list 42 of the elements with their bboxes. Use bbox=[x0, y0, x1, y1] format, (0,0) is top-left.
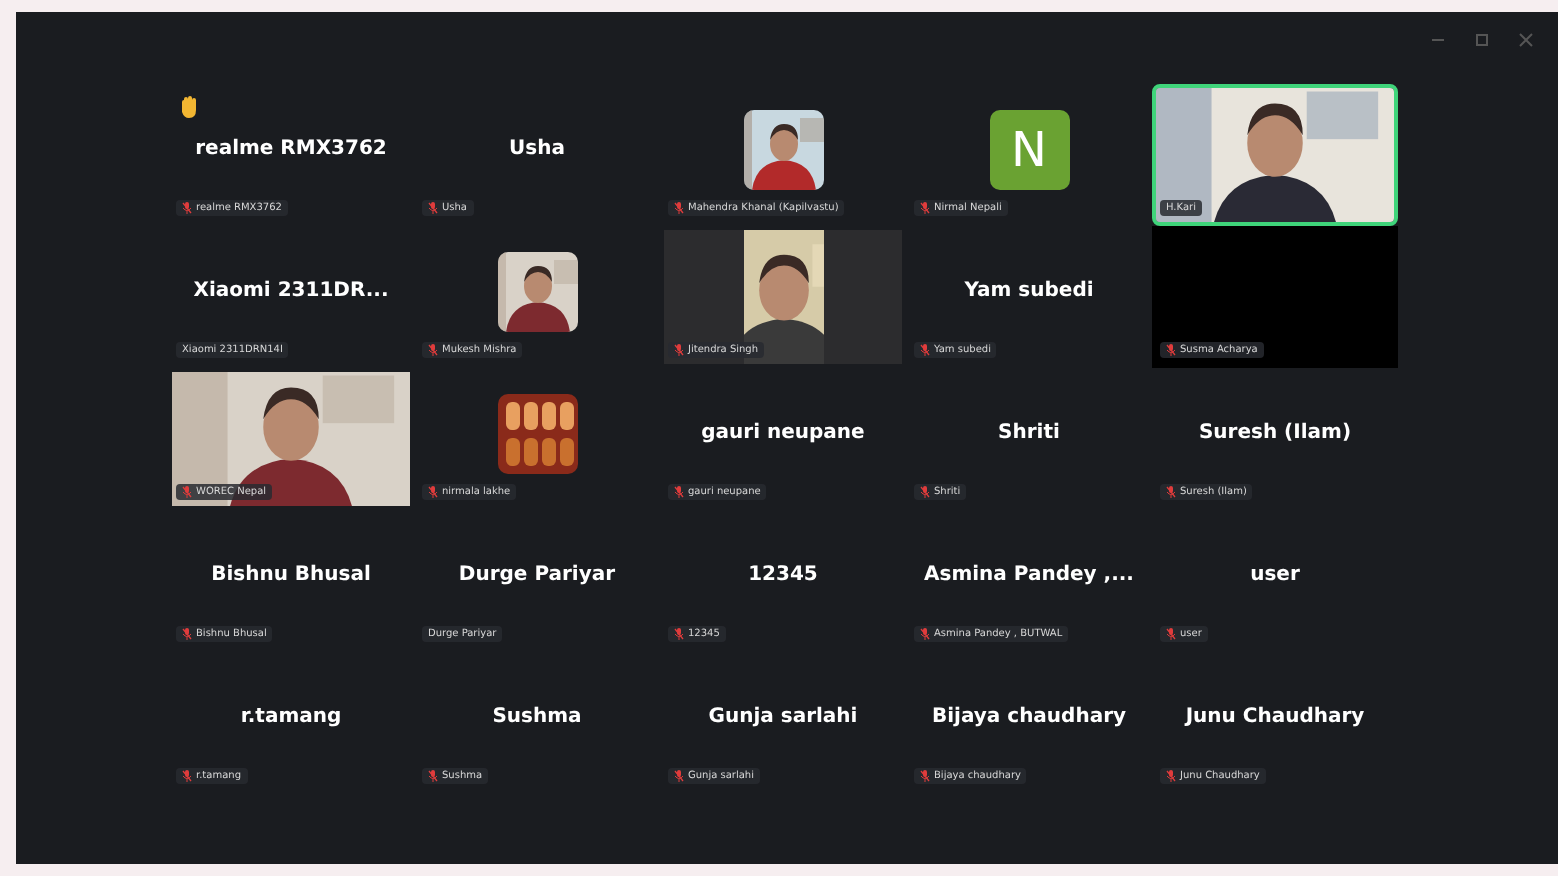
letter-avatar: N bbox=[989, 109, 1069, 189]
muted-mic-icon bbox=[182, 628, 192, 640]
muted-mic-icon bbox=[428, 344, 438, 356]
muted-mic-icon bbox=[920, 628, 930, 640]
participant-name: gauri neupane bbox=[701, 422, 865, 444]
muted-mic-icon bbox=[674, 344, 684, 356]
participant-name: Shriti bbox=[998, 422, 1060, 444]
close-icon[interactable] bbox=[1518, 32, 1534, 48]
muted-mic-icon bbox=[1166, 344, 1176, 356]
muted-mic-icon bbox=[428, 770, 438, 782]
participant-name: user bbox=[1250, 564, 1300, 586]
participant-name: Junu Chaudhary bbox=[1185, 706, 1365, 728]
participant-name: Bishnu Bhusal bbox=[211, 564, 371, 586]
muted-mic-icon bbox=[182, 486, 192, 498]
participant-name: Yam subedi bbox=[964, 280, 1094, 302]
participant-name: Usha bbox=[509, 138, 565, 160]
participant-name: Suresh (Ilam) bbox=[1198, 422, 1352, 444]
muted-mic-icon bbox=[182, 202, 192, 214]
muted-mic-icon bbox=[428, 202, 438, 214]
muted-mic-icon bbox=[1166, 486, 1176, 498]
restore-icon[interactable] bbox=[1474, 32, 1490, 48]
participant-name: Xiaomi 2311DR... bbox=[193, 280, 389, 302]
muted-mic-icon bbox=[674, 770, 684, 782]
muted-mic-icon bbox=[428, 486, 438, 498]
participant-name: Asmina Pandey ,... bbox=[924, 564, 1134, 586]
participant-name: 12345 bbox=[748, 564, 818, 586]
muted-mic-icon bbox=[920, 202, 930, 214]
participant-name: Durge Pariyar bbox=[458, 564, 616, 586]
participant-name: r.tamang bbox=[240, 706, 342, 728]
muted-mic-icon bbox=[674, 202, 684, 214]
participant-name: Gunja sarlahi bbox=[708, 706, 858, 728]
muted-mic-icon bbox=[674, 486, 684, 498]
participant-name: Sushma bbox=[492, 706, 582, 728]
participant-name: realme RMX3762 bbox=[195, 138, 387, 160]
muted-mic-icon bbox=[1166, 628, 1176, 640]
muted-mic-icon bbox=[1166, 770, 1176, 782]
muted-mic-icon bbox=[920, 770, 930, 782]
muted-mic-icon bbox=[920, 344, 930, 356]
muted-mic-icon bbox=[674, 628, 684, 640]
muted-mic-icon bbox=[920, 486, 930, 498]
muted-mic-icon bbox=[182, 770, 192, 782]
participant-name: Bijaya chaudhary bbox=[931, 706, 1127, 728]
